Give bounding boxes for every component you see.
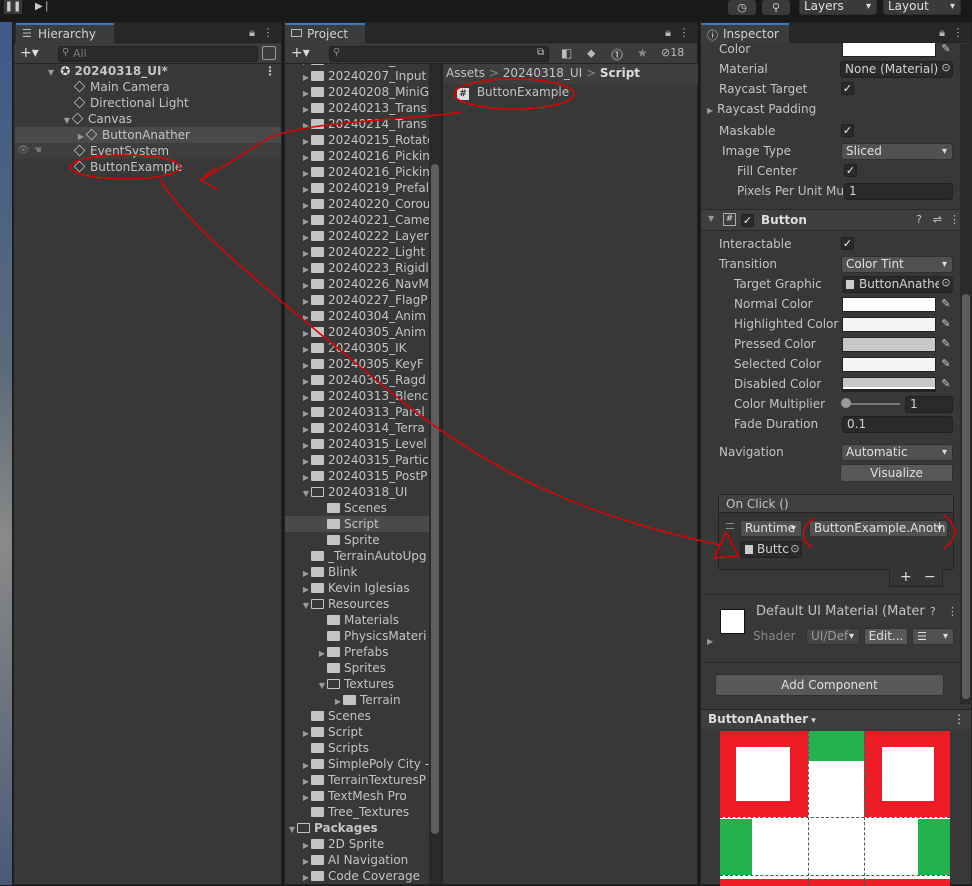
annotation-bracket-right bbox=[942, 514, 956, 549]
annotation-arrow-drag bbox=[199, 111, 461, 191]
annotation-circle-asset bbox=[453, 78, 575, 110]
annotation-bracket-left bbox=[802, 517, 816, 549]
annotation-overlay bbox=[69, 78, 956, 559]
annotation-line-to-onclick bbox=[159, 179, 721, 546]
annotation-circle-hierarchy bbox=[69, 154, 181, 180]
